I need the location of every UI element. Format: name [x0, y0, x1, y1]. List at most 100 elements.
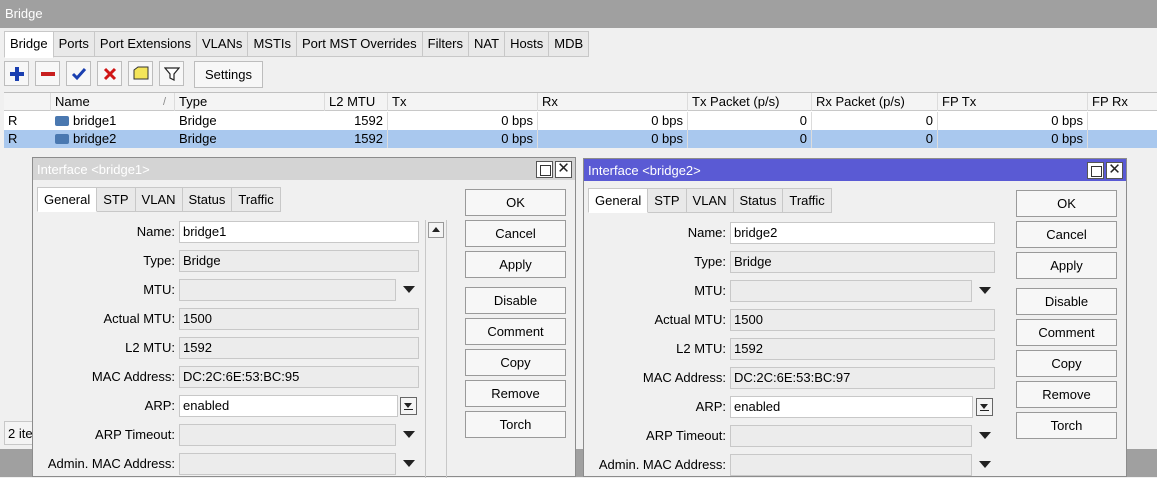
remove-button[interactable]: Remove — [1016, 381, 1117, 408]
tab-general[interactable]: General — [588, 188, 649, 213]
name-field[interactable]: bridge2 — [730, 222, 995, 244]
close-icon[interactable]: ✕ — [555, 161, 572, 178]
minus-icon — [40, 71, 55, 76]
comment-button[interactable]: Comment — [1016, 319, 1117, 346]
scroll-up-icon[interactable] — [428, 222, 444, 238]
dropdown-icon[interactable] — [400, 397, 417, 415]
actual-mtu-field: 1500 — [730, 309, 995, 331]
col-name[interactable]: Name — [51, 93, 175, 111]
mtu-field[interactable] — [730, 280, 972, 302]
tab-bridge[interactable]: Bridge — [4, 31, 54, 58]
tab-mstis[interactable]: MSTIs — [248, 31, 297, 57]
ok-button[interactable]: OK — [1016, 190, 1117, 217]
filter-icon — [163, 66, 180, 81]
l2mtu-label: L2 MTU: — [676, 341, 726, 356]
chevron-down-icon[interactable] — [979, 461, 991, 468]
dropdown-icon[interactable] — [976, 398, 993, 416]
bridge-icon — [55, 116, 69, 126]
torch-button[interactable]: Torch — [1016, 412, 1117, 439]
row-tx: 0 bps — [388, 130, 538, 148]
tab-status[interactable]: Status — [733, 188, 784, 213]
bridge-icon — [55, 134, 69, 144]
cancel-button[interactable]: Cancel — [1016, 221, 1117, 248]
copy-button[interactable]: Copy — [1016, 350, 1117, 377]
tab-traffic[interactable]: Traffic — [783, 188, 832, 213]
admin-mac-field[interactable] — [179, 453, 396, 475]
mac-field: DC:2C:6E:53:BC:95 — [179, 366, 419, 388]
comment-button[interactable]: Comment — [465, 318, 566, 345]
table-row[interactable]: R bridge1 Bridge 1592 0 bps 0 bps 0 0 0 … — [4, 112, 1157, 130]
tab-hosts[interactable]: Hosts — [505, 31, 550, 57]
tab-port-extensions[interactable]: Port Extensions — [94, 31, 197, 57]
maximize-icon[interactable] — [1087, 162, 1104, 179]
remove-button[interactable] — [35, 61, 60, 86]
tab-general[interactable]: General — [37, 187, 98, 212]
disable-button[interactable]: Disable — [465, 287, 566, 314]
chevron-down-icon[interactable] — [979, 432, 991, 439]
status-bar: 2 ite — [4, 421, 34, 445]
comment-button[interactable] — [128, 61, 153, 86]
name-field[interactable]: bridge1 — [179, 221, 419, 243]
arp-timeout-label: ARP Timeout: — [95, 427, 175, 442]
settings-button[interactable]: Settings — [194, 61, 263, 88]
tab-filters[interactable]: Filters — [422, 31, 470, 57]
l2mtu-label: L2 MTU: — [125, 340, 175, 355]
col-fp-rx[interactable]: FP Rx — [1088, 93, 1157, 111]
dialog-title[interactable]: Interface <bridge2> — [584, 159, 1126, 181]
tab-nat[interactable]: NAT — [469, 31, 506, 57]
actual-mtu-label: Actual MTU: — [103, 311, 175, 326]
col-rx-packet[interactable]: Rx Packet (p/s) — [812, 93, 938, 111]
cancel-button[interactable]: Cancel — [465, 220, 566, 247]
tab-vlan[interactable]: VLAN — [135, 187, 183, 212]
tab-stp[interactable]: STP — [648, 188, 687, 213]
tab-vlans[interactable]: VLANs — [196, 31, 249, 57]
copy-button[interactable]: Copy — [465, 349, 566, 376]
col-flag[interactable] — [4, 93, 51, 111]
torch-button[interactable]: Torch — [465, 411, 566, 438]
dialog-tabs: General STP VLAN Status Traffic — [37, 187, 281, 212]
arp-timeout-field[interactable] — [179, 424, 396, 446]
admin-mac-label: Admin. MAC Address: — [47, 456, 175, 471]
tab-status[interactable]: Status — [182, 187, 233, 212]
chevron-down-icon[interactable] — [979, 287, 991, 294]
arp-label: ARP: — [695, 399, 726, 414]
close-icon[interactable]: ✕ — [1106, 162, 1123, 179]
apply-button[interactable]: Apply — [465, 251, 566, 278]
tab-port-mst-overrides[interactable]: Port MST Overrides — [297, 31, 423, 57]
col-rx[interactable]: Rx — [538, 93, 688, 111]
maximize-icon[interactable] — [536, 161, 553, 178]
arp-timeout-field[interactable] — [730, 425, 972, 447]
ok-button[interactable]: OK — [465, 189, 566, 216]
admin-mac-label: Admin. MAC Address: — [598, 457, 726, 472]
arp-select[interactable]: enabled — [179, 395, 398, 417]
tab-stp[interactable]: STP — [97, 187, 136, 212]
remove-button[interactable]: Remove — [465, 380, 566, 407]
filter-button[interactable] — [159, 61, 184, 86]
tab-vlan[interactable]: VLAN — [686, 188, 734, 213]
chevron-down-icon[interactable] — [403, 286, 415, 293]
add-button[interactable] — [4, 61, 29, 86]
dialog-title[interactable]: Interface <bridge1> — [33, 158, 575, 180]
chevron-down-icon[interactable] — [403, 460, 415, 467]
tab-traffic[interactable]: Traffic — [232, 187, 281, 212]
row-tx: 0 bps — [388, 112, 538, 130]
mtu-field[interactable] — [179, 279, 396, 301]
col-l2mtu[interactable]: L2 MTU — [325, 93, 388, 111]
enable-button[interactable] — [66, 61, 91, 86]
plus-icon — [9, 66, 24, 81]
tab-mdb[interactable]: MDB — [549, 31, 590, 57]
col-fp-tx[interactable]: FP Tx — [938, 93, 1088, 111]
col-tx-packet[interactable]: Tx Packet (p/s) — [688, 93, 812, 111]
l2mtu-field: 1592 — [730, 338, 995, 360]
chevron-down-icon[interactable] — [403, 431, 415, 438]
admin-mac-field[interactable] — [730, 454, 972, 476]
disable-button[interactable]: Disable — [1016, 288, 1117, 315]
tab-ports[interactable]: Ports — [53, 31, 95, 57]
table-row[interactable]: R bridge2 Bridge 1592 0 bps 0 bps 0 0 0 … — [4, 130, 1157, 148]
apply-button[interactable]: Apply — [1016, 252, 1117, 279]
col-tx[interactable]: Tx — [388, 93, 538, 111]
col-type[interactable]: Type — [175, 93, 325, 111]
scrollbar[interactable] — [425, 220, 447, 478]
arp-select[interactable]: enabled — [730, 396, 973, 418]
disable-button[interactable] — [97, 61, 122, 86]
